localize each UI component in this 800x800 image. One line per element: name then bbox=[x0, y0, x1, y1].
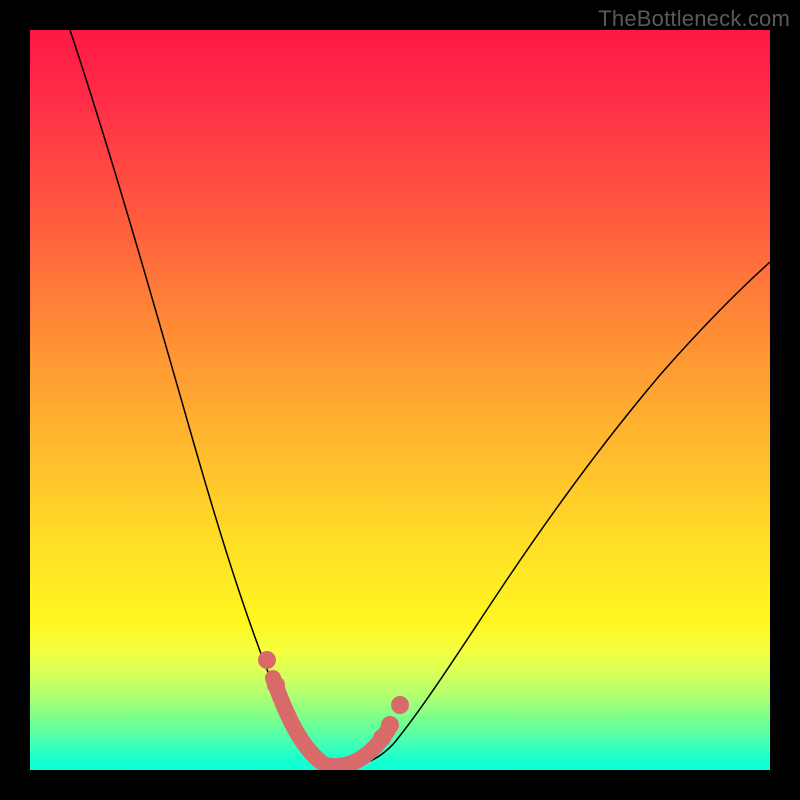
chart-plot-area bbox=[30, 30, 770, 770]
marker-dot bbox=[391, 696, 409, 714]
valley-highlight bbox=[273, 678, 388, 766]
marker-dot bbox=[258, 651, 276, 669]
marker-group bbox=[258, 651, 409, 766]
bottleneck-curve bbox=[30, 30, 770, 770]
curve-right bbox=[325, 262, 770, 768]
watermark-text: TheBottleneck.com bbox=[598, 6, 790, 32]
marker-dot bbox=[381, 716, 399, 734]
marker-dot bbox=[267, 676, 285, 694]
curve-left bbox=[70, 30, 325, 768]
